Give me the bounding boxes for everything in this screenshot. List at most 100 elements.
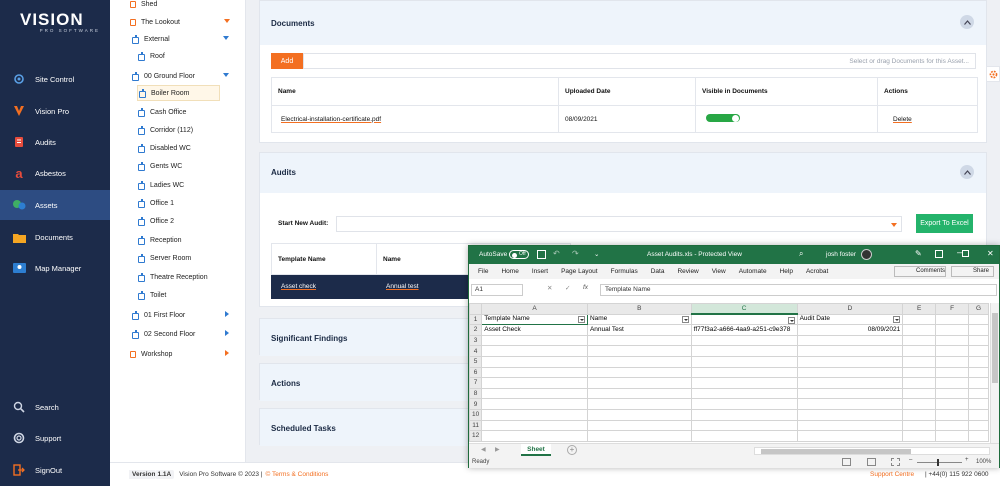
caret-right-icon[interactable] [225,311,229,317]
redo-icon[interactable]: ↷ [572,249,579,258]
row-number[interactable]: 12 [469,430,483,442]
comments-button[interactable]: Comments [894,266,946,277]
filter-dropdown-icon[interactable] [577,316,585,324]
undo-icon[interactable]: ↶ [553,249,560,258]
ribbon-tab[interactable]: Acrobat [806,268,828,275]
tree-node-second-floor[interactable]: 02 Second Floor [132,326,229,342]
tree-node-room[interactable]: Office 2 [138,213,174,229]
page-layout-icon[interactable] [867,458,876,466]
row-number[interactable]: 9 [469,398,483,410]
tree-node-room[interactable]: Boiler Room [137,85,220,101]
export-to-excel-button[interactable]: Export To Excel [916,214,973,233]
filter-dropdown-icon[interactable] [681,316,689,324]
row-number[interactable]: 8 [469,387,483,400]
search-icon[interactable]: ⌕ [799,249,803,259]
prev-sheet-icon[interactable]: ◀ [481,446,486,453]
zoom-out-icon[interactable]: – [909,457,912,463]
name-box[interactable]: A1 [471,284,523,296]
caret-right-icon[interactable] [225,350,229,356]
nav-item-assets[interactable]: Assets [0,190,110,220]
vertical-scrollbar[interactable] [990,303,999,443]
tree-node-the-lookout[interactable]: The Lookout [130,14,230,30]
ribbon-tab[interactable]: Review [677,268,698,275]
spreadsheet-grid[interactable]: A B C D E F G 1 Template Name Name Audit… [469,303,989,443]
column-header[interactable]: G [968,303,989,315]
maximize-icon[interactable] [962,250,969,257]
add-document-button[interactable]: Add [271,53,303,69]
tree-node-external[interactable]: External [132,31,229,47]
cell[interactable]: Annual Test [586,324,692,336]
enter-icon[interactable]: ✓ [565,284,570,292]
cell[interactable]: Template Name [481,313,588,326]
row-number[interactable]: 11 [469,419,483,432]
tree-node-room[interactable]: Theatre Reception [138,269,208,285]
share-button[interactable]: Share [951,266,994,277]
cell[interactable]: Asset Check [481,324,588,336]
tree-node-room[interactable]: Corridor (112) [138,122,193,138]
ribbon-tab[interactable]: Page Layout [561,268,598,275]
tree-node-room[interactable]: Disabled WC [138,140,191,156]
column-header[interactable]: D [796,303,904,315]
next-sheet-icon[interactable]: ▶ [495,446,500,453]
cell[interactable]: Audit Date [796,313,904,326]
close-icon[interactable]: ✕ [987,249,994,258]
audits-header[interactable]: Audits [260,153,986,193]
sheet-tab[interactable]: Sheet [521,444,551,456]
audit-template[interactable]: Asset check [281,283,316,290]
settings-gear-icon[interactable] [986,66,1000,82]
cell[interactable]: ff77f3a2-a666-4aa9-a251-c9e378 [690,324,798,336]
tree-node-room[interactable]: Gents WC [138,158,182,174]
caret-down-icon[interactable] [223,73,229,77]
delete-link[interactable]: Delete [893,116,912,123]
zoom-slider[interactable] [917,459,962,466]
zoom-in-icon[interactable]: + [965,457,969,463]
document-link[interactable]: Electrical-installation-certificate.pdf [281,116,381,123]
ribbon-tab[interactable]: Help [780,268,793,275]
row-number[interactable]: 1 [469,313,483,326]
nav-item-audits[interactable]: Audits [0,127,110,157]
cell[interactable]: 08/09/2021 [796,324,904,336]
row-number[interactable]: 7 [469,377,483,389]
tree-node-room[interactable]: Ladies WC [138,177,184,193]
tree-node-ground-floor[interactable]: 00 Ground Floor [132,68,229,84]
caret-right-icon[interactable] [225,330,229,336]
save-icon[interactable] [537,250,546,259]
tree-node-shed[interactable]: Shed [130,0,230,12]
pen-icon[interactable]: ✎ [915,249,922,258]
avatar[interactable] [861,249,872,260]
filter-dropdown-icon[interactable] [787,316,795,324]
tree-node-room[interactable]: Server Room [138,250,191,266]
row-number[interactable]: 6 [469,366,483,379]
document-dropzone[interactable]: Select or drag Documents for this Asset.… [303,53,976,69]
nav-item-documents[interactable]: Documents [0,222,110,252]
column-header[interactable]: A [481,303,588,315]
page-break-icon[interactable] [891,458,900,466]
column-header[interactable]: B [586,303,692,315]
cell[interactable]: Name [586,313,692,326]
formula-input[interactable]: Template Name [600,284,997,296]
filter-dropdown-icon[interactable] [893,316,901,324]
chevron-up-icon[interactable] [960,165,974,179]
nav-item-support[interactable]: Support [0,423,110,453]
nav-item-vision-pro[interactable]: Vision Pro [0,96,110,126]
autosave-toggle[interactable]: Off [509,250,529,259]
row-number[interactable]: 2 [469,324,483,336]
ribbon-tab[interactable]: Home [501,268,518,275]
caret-down-icon[interactable] [223,36,229,40]
tree-node-first-floor[interactable]: 01 First Floor [132,307,229,323]
terms-link[interactable]: © Terms & Conditions [266,471,329,478]
normal-view-icon[interactable] [842,458,851,466]
ribbon-tab[interactable]: Formulas [611,268,638,275]
chevron-up-icon[interactable] [960,15,974,29]
nav-item-asbestos[interactable]: a Asbestos [0,158,110,188]
column-header[interactable]: F [935,303,969,315]
caret-down-icon[interactable] [224,19,230,23]
tree-node-room[interactable]: Reception [138,232,182,248]
ribbon-tab[interactable]: Data [651,268,665,275]
row-number[interactable]: 4 [469,345,483,357]
tree-node-roof[interactable]: Roof [138,48,218,64]
nav-item-signout[interactable]: SignOut [0,455,110,485]
start-audit-select[interactable] [336,216,902,232]
nav-item-search[interactable]: Search [0,392,110,422]
audit-name[interactable]: Annual test [386,283,419,290]
